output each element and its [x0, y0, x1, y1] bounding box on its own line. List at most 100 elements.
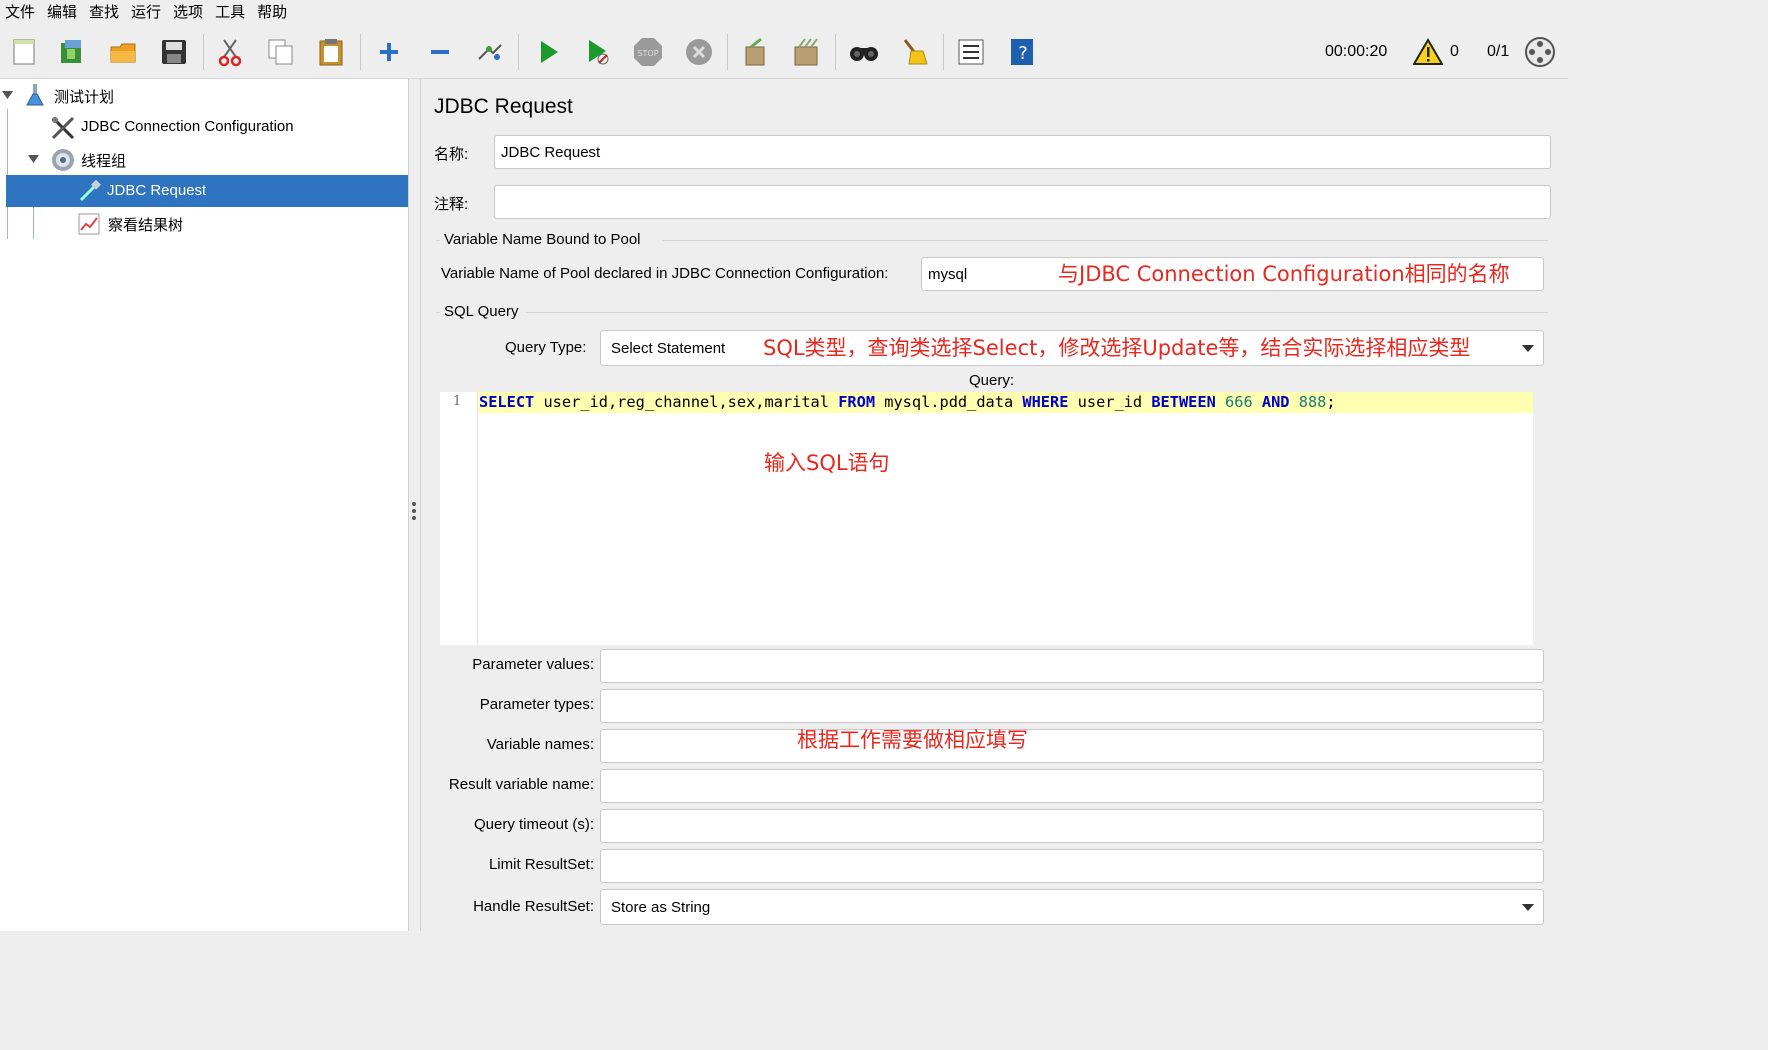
sql-query-editor[interactable]: 1 SELECT user_id,reg_channel,sex,marital…	[440, 392, 1533, 645]
sql-query-text: SELECT user_id,reg_channel,sex,marital F…	[479, 393, 1336, 411]
menu-file[interactable]: 文件	[0, 0, 42, 26]
divider-grip[interactable]	[412, 516, 416, 520]
expanded-arrow-icon[interactable]	[28, 155, 40, 164]
tree-item-view-results-tree[interactable]: 察看结果树	[0, 207, 408, 239]
variable-names-field[interactable]	[600, 729, 1544, 763]
menu-search[interactable]: 查找	[84, 0, 126, 26]
sql-number: 666	[1225, 393, 1253, 411]
tree-item-label: JDBC Request	[107, 182, 207, 199]
handle-resultset-label: Handle ResultSet:	[473, 898, 594, 915]
sql-text: user_id	[1068, 393, 1152, 411]
tree-item-thread-group[interactable]: 线程组	[0, 143, 408, 175]
sql-text: mysql.pdd_data	[875, 393, 1023, 411]
warning-count: 0	[1450, 43, 1459, 60]
comment-field[interactable]	[494, 185, 1551, 219]
active-threads: 0/1	[1487, 43, 1510, 60]
shutdown-icon[interactable]	[683, 36, 715, 68]
new-icon[interactable]	[8, 36, 40, 68]
name-label: 名称:	[434, 146, 469, 163]
cut-icon[interactable]	[214, 36, 246, 68]
query-label: Query:	[969, 372, 1015, 389]
tree-item-label: 测试计划	[54, 89, 115, 106]
help-icon[interactable]: ?	[1006, 36, 1038, 68]
toolbar: STOP ? 00:00:20 0 0/1	[0, 26, 1568, 79]
query-type-label: Query Type:	[505, 339, 587, 356]
collapse-icon[interactable]	[424, 36, 456, 68]
pool-annotation: 与JDBC Connection Configuration相同的名称	[1058, 262, 1510, 286]
templates-icon[interactable]	[56, 36, 88, 68]
expanded-arrow-icon[interactable]	[2, 91, 14, 100]
clear-icon[interactable]	[740, 36, 772, 68]
query-timeout-label: Query timeout (s):	[473, 816, 594, 833]
start-icon[interactable]	[532, 36, 564, 68]
paste-icon[interactable]	[315, 36, 347, 68]
query-timeout-field[interactable]	[600, 809, 1544, 843]
sql-keyword: FROM	[838, 393, 876, 411]
open-icon[interactable]	[107, 36, 139, 68]
comment-label: 注释:	[434, 196, 469, 213]
params-annotation: 根据工作需要做相应填写	[797, 728, 1028, 752]
result-variable-label: Result variable name:	[448, 776, 594, 793]
handle-resultset-value: Store as String	[611, 898, 711, 916]
tree-item-test-plan[interactable]: 测试计划	[0, 79, 408, 111]
toggle-icon[interactable]	[474, 36, 506, 68]
start-no-pause-icon[interactable]	[582, 36, 614, 68]
menu-run[interactable]: 运行	[126, 0, 168, 26]
expand-icon[interactable]	[373, 36, 405, 68]
listener-graph-icon	[78, 213, 100, 235]
limit-resultset-label: Limit ResultSet:	[488, 856, 594, 873]
line-number-gutter: 1	[440, 392, 478, 645]
svg-text:STOP: STOP	[637, 49, 658, 58]
menu-tools[interactable]: 工具	[210, 0, 252, 26]
sql-text: ;	[1326, 393, 1336, 411]
divider-grip[interactable]	[412, 509, 416, 513]
tree-item-jdbc-request[interactable]: JDBC Request	[6, 175, 408, 207]
param-values-field[interactable]	[600, 649, 1544, 683]
param-types-label: Parameter types:	[479, 696, 594, 713]
tree-item-label: JDBC Connection Configuration	[81, 118, 294, 135]
stop-icon[interactable]: STOP	[632, 36, 664, 68]
query-type-value: Select Statement	[611, 339, 726, 357]
save-icon[interactable]	[158, 36, 190, 68]
warning-icon[interactable]	[1413, 36, 1443, 68]
name-field[interactable]: JDBC Request	[494, 135, 1551, 169]
limit-resultset-field[interactable]	[600, 849, 1544, 883]
param-types-field[interactable]	[600, 689, 1544, 723]
handle-resultset-select[interactable]: Store as String	[600, 889, 1544, 925]
result-variable-field[interactable]	[600, 769, 1544, 803]
sql-keyword: WHERE	[1022, 393, 1069, 411]
menu-help[interactable]: 帮助	[252, 0, 294, 26]
config-tools-icon	[51, 116, 75, 140]
tree-item-label: 线程组	[81, 153, 127, 170]
divider-grip[interactable]	[412, 502, 416, 506]
pool-section-title: Variable Name Bound to Pool	[444, 231, 641, 248]
sql-annotation: 输入SQL语句	[764, 451, 890, 475]
chevron-down-icon	[1522, 345, 1534, 352]
search-icon[interactable]	[848, 36, 880, 68]
clear-all-icon[interactable]	[790, 36, 822, 68]
remote-status-icon	[1524, 36, 1556, 68]
panel-title: JDBC Request	[434, 95, 573, 118]
pool-name-label: Variable Name of Pool declared in JDBC C…	[441, 265, 889, 282]
menu-edit[interactable]: 编辑	[42, 0, 84, 26]
line-number: 1	[453, 394, 462, 409]
reset-search-icon[interactable]	[898, 36, 930, 68]
tree-item-jdbc-connection-config[interactable]: JDBC Connection Configuration	[0, 111, 408, 143]
menu-bar: 文件 编辑 查找 运行 选项 工具 帮助	[0, 0, 1568, 26]
sampler-pipette-icon	[79, 179, 101, 202]
menu-options[interactable]: 选项	[168, 0, 210, 26]
copy-icon[interactable]	[265, 36, 297, 68]
function-helper-icon[interactable]	[955, 36, 987, 68]
variable-names-label: Variable names:	[486, 736, 594, 753]
sql-keyword: AND	[1261, 393, 1290, 411]
test-plan-tree: 测试计划 JDBC Connection Configuration 线程组 J…	[0, 79, 409, 931]
svg-text:?: ?	[1018, 43, 1028, 64]
sql-text: user_id,reg_channel,sex,marital	[534, 393, 839, 411]
sql-number: 888	[1298, 393, 1327, 411]
chevron-down-icon	[1522, 904, 1534, 911]
gear-icon	[52, 149, 74, 171]
sql-keyword: BETWEEN	[1151, 393, 1216, 411]
